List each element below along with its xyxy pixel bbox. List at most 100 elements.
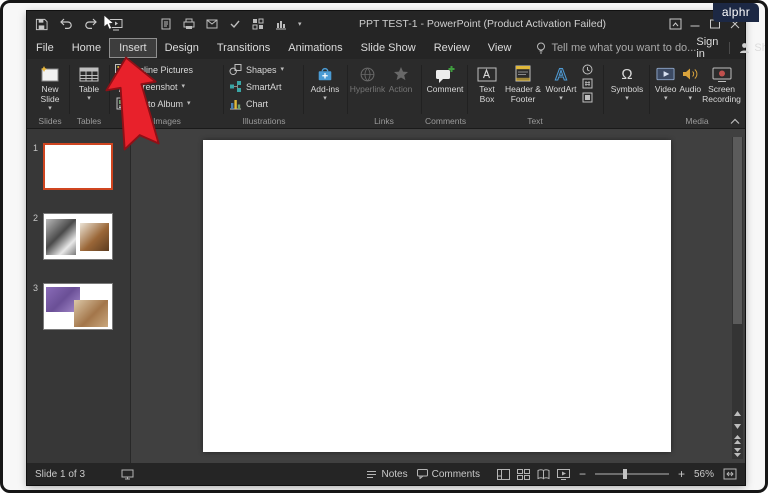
redo-icon[interactable] — [84, 18, 98, 30]
video-icon — [656, 63, 675, 85]
scroll-down-icon[interactable] — [732, 420, 743, 433]
screen-recording-button[interactable]: Screen Recording — [702, 61, 741, 115]
screen-recording-icon — [712, 63, 732, 85]
dropdown-caret-icon: ▾ — [87, 95, 91, 102]
window-title: PPT TEST-1 - PowerPoint (Product Activat… — [359, 11, 606, 37]
reading-view-button[interactable] — [537, 469, 550, 480]
zoom-in-button[interactable]: + — [678, 468, 685, 480]
scroll-up-icon[interactable] — [732, 407, 743, 420]
share-button[interactable]: Share — [739, 42, 768, 54]
qat-icon-5[interactable] — [252, 18, 264, 30]
action-label: Action — [389, 85, 413, 95]
dog-photo — [46, 219, 76, 255]
tab-animations[interactable]: Animations — [279, 39, 351, 57]
tab-file[interactable]: File — [27, 39, 63, 57]
slide-number-icon[interactable] — [582, 78, 593, 89]
qat-icon-2[interactable] — [183, 18, 195, 30]
group-label-text: Text — [471, 116, 599, 126]
save-icon[interactable] — [35, 18, 48, 31]
previous-slide-button[interactable] — [732, 433, 743, 446]
slide-thumbnail-3[interactable] — [43, 283, 113, 330]
new-slide-label: New Slide — [31, 85, 69, 105]
comment-button[interactable]: Comment — [425, 61, 465, 115]
chart-button[interactable]: Chart — [229, 95, 299, 112]
qat-icon-4[interactable] — [229, 18, 241, 30]
current-slide-canvas[interactable] — [203, 140, 671, 452]
dropdown-caret-icon: ▾ — [688, 95, 692, 102]
comment-label: Comment — [427, 85, 464, 95]
dog-photo — [74, 300, 108, 327]
add-ins-label: Add-ins — [311, 85, 340, 95]
new-slide-icon — [39, 63, 61, 85]
date-time-icon[interactable] — [582, 64, 593, 75]
normal-view-button[interactable] — [497, 469, 510, 480]
screen-recording-label: Screen Recording — [702, 85, 741, 105]
minimize-button[interactable] — [685, 11, 705, 37]
customize-qat-caret-icon[interactable]: ▾ — [298, 21, 302, 28]
tab-review[interactable]: Review — [425, 39, 479, 57]
slide-sorter-view-button[interactable] — [517, 469, 530, 480]
slide-show-view-button[interactable] — [557, 469, 570, 480]
zoom-out-button[interactable]: − — [579, 468, 586, 480]
fit-slide-to-window-button[interactable] — [723, 468, 737, 480]
new-slide-button[interactable]: New Slide ▾ — [31, 61, 69, 115]
zoom-slider[interactable] — [595, 473, 669, 475]
collapse-ribbon-icon[interactable] — [730, 118, 740, 125]
zoom-slider-thumb[interactable] — [623, 469, 627, 479]
status-icon[interactable] — [121, 469, 134, 480]
ribbon-display-options-button[interactable] — [665, 11, 685, 37]
share-label: Share — [754, 42, 768, 54]
symbols-button[interactable]: Ω Symbols ▾ — [607, 61, 647, 115]
text-box-button[interactable]: Text Box — [471, 61, 503, 115]
notes-button[interactable]: Notes — [366, 469, 407, 480]
chart-icon — [229, 97, 242, 110]
sign-in-link[interactable]: Sign in — [696, 36, 718, 60]
dropdown-caret-icon: ▾ — [182, 83, 186, 90]
wordart-button[interactable]: A WordArt ▾ — [543, 61, 579, 115]
powerpoint-window: ▾ PPT TEST-1 - PowerPoint (Product Activ… — [27, 11, 745, 485]
workspace: 1 2 3 — [27, 129, 745, 463]
video-button[interactable]: Video ▾ — [653, 61, 678, 115]
shapes-label: Shapes — [246, 65, 277, 75]
group-label-comments: Comments — [425, 116, 465, 126]
tab-slide-show[interactable]: Slide Show — [352, 39, 425, 57]
chart-label: Chart — [246, 99, 268, 109]
undo-icon[interactable] — [59, 18, 73, 30]
audio-icon — [682, 63, 699, 85]
tell-me-box[interactable]: Tell me what you want to do... — [536, 42, 696, 55]
next-slide-button[interactable] — [732, 446, 743, 459]
comments-button[interactable]: Comments — [417, 469, 480, 480]
dropdown-caret-icon: ▾ — [187, 100, 191, 107]
action-button[interactable]: Action — [384, 61, 417, 115]
audio-button[interactable]: Audio ▾ — [678, 61, 702, 115]
slide-editing-area — [131, 129, 745, 463]
add-ins-icon — [316, 63, 334, 85]
shapes-button[interactable]: Shapes ▾ — [229, 61, 299, 78]
dropdown-caret-icon: ▾ — [281, 66, 285, 73]
group-label-media: Media — [653, 116, 741, 126]
header-footer-button[interactable]: Header & Footer — [503, 61, 543, 115]
omega-symbol-icon: Ω — [621, 67, 632, 82]
text-box-icon — [477, 63, 497, 85]
scrollbar-thumb[interactable] — [733, 137, 742, 324]
screenshot-frame: alphr ▾ PPT TEST-1 - PowerPoint (Product… — [0, 0, 768, 493]
qat-icon-6[interactable] — [275, 18, 287, 30]
add-ins-button[interactable]: Add-ins ▾ — [307, 61, 343, 115]
zoom-level[interactable]: 56% — [694, 469, 714, 480]
object-icon[interactable] — [582, 92, 593, 103]
dropdown-caret-icon: ▾ — [664, 95, 668, 102]
vertical-scrollbar[interactable] — [732, 137, 743, 459]
slide-thumbnail-2[interactable] — [43, 213, 113, 260]
shapes-icon — [229, 63, 242, 76]
dog-photo — [80, 223, 109, 251]
qat-icon-3[interactable] — [206, 18, 218, 30]
tab-view[interactable]: View — [479, 39, 521, 57]
alphr-watermark: alphr — [713, 3, 759, 22]
tab-transitions[interactable]: Transitions — [208, 39, 279, 57]
dropdown-caret-icon: ▾ — [625, 95, 629, 102]
wordart-label: WordArt — [545, 85, 576, 95]
hyperlink-button[interactable]: Hyperlink — [351, 61, 384, 115]
comment-icon — [435, 63, 455, 85]
qat-icon-1[interactable] — [160, 18, 172, 30]
smartart-button[interactable]: SmartArt — [229, 78, 299, 95]
